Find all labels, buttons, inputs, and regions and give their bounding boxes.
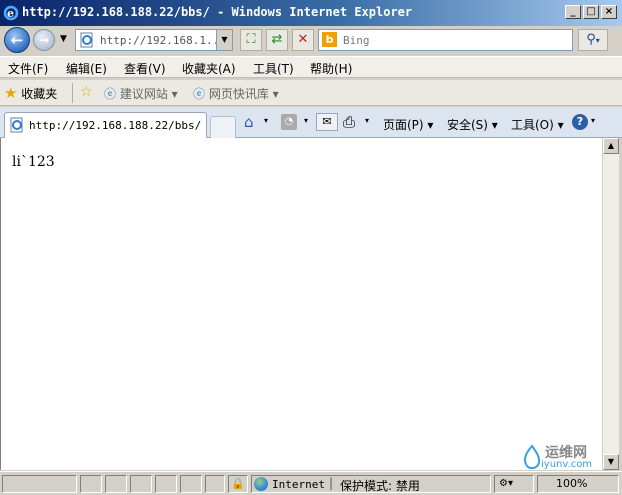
page-text: li`123 bbox=[12, 154, 55, 170]
web-slice-gallery-button[interactable]: ⓔ 网页快讯库 ▾ bbox=[193, 85, 279, 102]
star-icon: ★ bbox=[4, 84, 18, 102]
web-slice-label: 网页快讯库 ▾ bbox=[208, 87, 279, 101]
refresh-button[interactable]: ⇄ bbox=[266, 29, 288, 51]
zoom-control[interactable]: 100% bbox=[537, 475, 619, 493]
address-dropdown-button[interactable]: ▼ bbox=[216, 30, 232, 50]
close-button[interactable]: × bbox=[601, 5, 617, 19]
vertical-scrollbar[interactable]: ▲ ▼ bbox=[602, 138, 619, 470]
mail-icon[interactable]: ✉ bbox=[316, 113, 338, 131]
maximize-button[interactable]: □ bbox=[583, 5, 599, 19]
print-dropdown-icon[interactable]: ▾ bbox=[365, 116, 369, 125]
watermark: 运维网 iyunv.com bbox=[521, 442, 601, 472]
address-toolbar: ← → ▼ http://192.168.1... ▼ ⛶ ⇄ ✕ b Bing… bbox=[0, 26, 622, 54]
safety-menu[interactable]: 安全(S) ▾ bbox=[447, 116, 498, 133]
protected-mode-toggle-icon[interactable]: ⚙▾ bbox=[494, 475, 534, 493]
feeds-dropdown-icon[interactable]: ▾ bbox=[304, 116, 308, 125]
zone-pane[interactable]: Internet | 保护模式: 禁用 bbox=[251, 475, 491, 493]
status-pane bbox=[205, 475, 225, 493]
zone-label: Internet bbox=[272, 478, 325, 491]
menu-tools[interactable]: 工具(T) bbox=[253, 60, 294, 77]
favorites-button[interactable]: ★ 收藏夹 bbox=[4, 84, 57, 102]
search-box[interactable]: b Bing bbox=[318, 29, 573, 51]
ie-page-icon: ⓔ bbox=[193, 87, 206, 101]
feeds-icon[interactable]: ◔ bbox=[281, 114, 297, 130]
recent-pages-dropdown-icon[interactable]: ▼ bbox=[60, 34, 67, 44]
tab-row: http://192.168.188.22/bbs/ ⌂ ▾ ◔ ▾ ✉ ⎙ ▾… bbox=[0, 107, 622, 138]
menu-view[interactable]: 查看(V) bbox=[124, 60, 166, 77]
scroll-down-button[interactable]: ▼ bbox=[603, 454, 619, 470]
page-icon bbox=[9, 117, 25, 136]
home-dropdown-icon[interactable]: ▾ bbox=[264, 116, 268, 125]
menu-file[interactable]: 文件(F) bbox=[8, 60, 48, 77]
search-icon: ⚲ bbox=[586, 32, 596, 47]
divider: | bbox=[329, 476, 334, 490]
status-text-pane bbox=[2, 475, 77, 493]
search-button[interactable]: ⚲▾ bbox=[578, 29, 608, 51]
favorites-label: 收藏夹 bbox=[21, 87, 58, 101]
address-bar[interactable]: http://192.168.1... ▼ bbox=[75, 29, 233, 51]
status-pane bbox=[80, 475, 102, 493]
globe-icon bbox=[254, 477, 268, 491]
status-pane bbox=[105, 475, 127, 493]
forward-button[interactable]: → bbox=[33, 29, 55, 51]
address-input[interactable]: http://192.168.1... bbox=[100, 34, 226, 47]
menu-help[interactable]: 帮助(H) bbox=[310, 60, 352, 77]
back-button[interactable]: ← bbox=[4, 27, 30, 53]
status-bar: 🔒 Internet | 保护模式: 禁用 ⚙▾ 100% bbox=[0, 471, 622, 495]
suggested-sites-label: 建议网站 ▾ bbox=[119, 87, 178, 101]
status-pane bbox=[180, 475, 202, 493]
menu-bar: 文件(F) 编辑(E) 查看(V) 收藏夹(A) 工具(T) 帮助(H) bbox=[0, 56, 622, 78]
menu-favorites[interactable]: 收藏夹(A) bbox=[182, 60, 236, 77]
page-menu[interactable]: 页面(P) ▾ bbox=[383, 116, 433, 133]
page-content: li`123 运维网 iyunv.com bbox=[0, 138, 602, 470]
tools-menu[interactable]: 工具(O) ▾ bbox=[511, 116, 564, 133]
search-input[interactable]: Bing bbox=[343, 34, 370, 47]
new-tab-button[interactable] bbox=[210, 116, 236, 138]
minimize-button[interactable]: _ bbox=[565, 5, 581, 19]
ie-logo-icon: e bbox=[3, 5, 19, 21]
security-lock-icon[interactable]: 🔒 bbox=[228, 475, 248, 493]
title-bar[interactable]: e http://192.168.188.22/bbs/ - Windows I… bbox=[0, 0, 622, 26]
home-icon[interactable]: ⌂ bbox=[244, 113, 254, 131]
ie-page-icon: ⓔ bbox=[104, 87, 117, 101]
print-icon[interactable]: ⎙ bbox=[343, 113, 355, 131]
help-dropdown-icon[interactable]: ▾ bbox=[591, 116, 595, 125]
divider bbox=[72, 83, 73, 103]
suggested-sites-button[interactable]: ⓔ 建议网站 ▾ bbox=[104, 85, 178, 102]
menu-edit[interactable]: 编辑(E) bbox=[66, 60, 107, 77]
tab-title: http://192.168.188.22/bbs/ bbox=[29, 119, 202, 132]
watermark-domain: iyunv.com bbox=[541, 459, 593, 470]
stop-button[interactable]: ✕ bbox=[292, 29, 314, 51]
status-pane bbox=[155, 475, 177, 493]
tab-current[interactable]: http://192.168.188.22/bbs/ bbox=[4, 112, 207, 138]
favorites-bar: ★ 收藏夹 ☆ ⓔ 建议网站 ▾ ⓔ 网页快讯库 ▾ bbox=[0, 80, 622, 106]
watermark-logo-icon bbox=[521, 444, 543, 470]
scroll-up-button[interactable]: ▲ bbox=[603, 138, 619, 154]
protected-mode-label: 保护模式: 禁用 bbox=[340, 479, 420, 493]
compatibility-view-button[interactable]: ⛶ bbox=[240, 29, 262, 51]
add-to-favorites-icon[interactable]: ☆ bbox=[80, 84, 93, 100]
status-pane bbox=[130, 475, 152, 493]
window-title: http://192.168.188.22/bbs/ - Windows Int… bbox=[22, 5, 413, 19]
svg-text:e: e bbox=[7, 7, 14, 20]
help-icon[interactable]: ? bbox=[572, 114, 588, 130]
zoom-level: 100% bbox=[556, 477, 588, 490]
bing-icon: b bbox=[322, 32, 337, 47]
page-icon bbox=[79, 32, 95, 51]
